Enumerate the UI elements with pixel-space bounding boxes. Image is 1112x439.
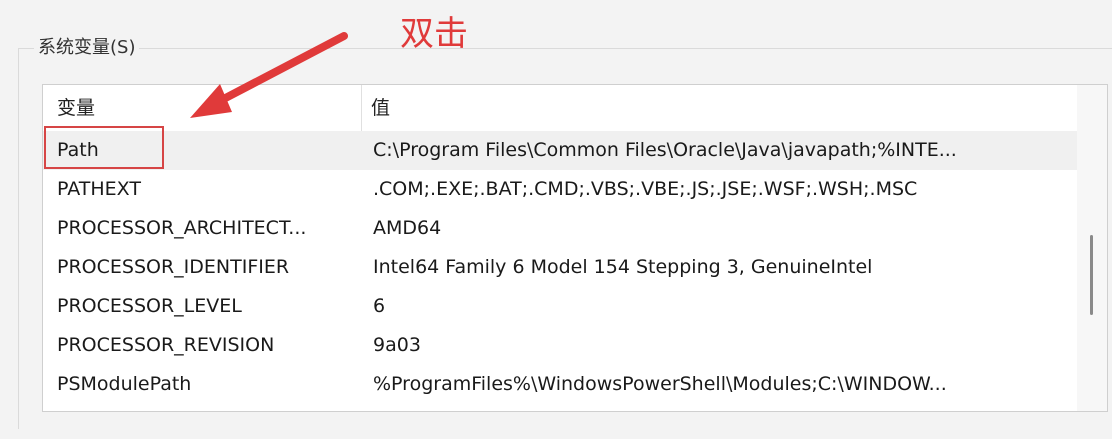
variable-value-cell: AMD64 xyxy=(373,217,442,239)
table-row-path[interactable]: Path C:\Program Files\Common Files\Oracl… xyxy=(43,131,1077,170)
variable-value-cell: %ProgramFiles%\WindowsPowerShell\Modules… xyxy=(373,373,947,395)
double-click-annotation: 双击 xyxy=(400,14,468,54)
variable-value-cell: Intel64 Family 6 Model 154 Stepping 3, G… xyxy=(373,256,873,278)
vertical-scrollbar[interactable] xyxy=(1077,85,1107,411)
table-row-pathext[interactable]: PATHEXT .COM;.EXE;.BAT;.CMD;.VBS;.VBE;.J… xyxy=(43,170,1077,209)
list-header: 变量 值 xyxy=(43,85,1077,131)
variable-name-cell: PROCESSOR_IDENTIFIER xyxy=(57,256,290,278)
scrollbar-thumb[interactable] xyxy=(1090,235,1093,315)
column-header-variable[interactable]: 变量 xyxy=(57,85,95,131)
table-row-processor-level[interactable]: PROCESSOR_LEVEL 6 xyxy=(43,287,1077,326)
variable-value-cell: 9a03 xyxy=(373,334,421,356)
variable-name-cell: PATHEXT xyxy=(57,178,141,200)
variable-name-cell: Path xyxy=(57,139,99,161)
variable-name-cell: PROCESSOR_ARCHITECT... xyxy=(57,217,307,239)
variable-name-cell: PROCESSOR_REVISION xyxy=(57,334,275,356)
system-variables-list[interactable]: 变量 值 Path C:\Program Files\Common Files\… xyxy=(42,84,1108,412)
system-variables-title: 系统变量(S) xyxy=(34,35,140,61)
variable-name-cell: PSModulePath xyxy=(57,373,192,395)
table-row-processor-revision[interactable]: PROCESSOR_REVISION 9a03 xyxy=(43,326,1077,365)
list-rows: Path C:\Program Files\Common Files\Oracl… xyxy=(43,131,1077,404)
table-row-processor-architecture[interactable]: PROCESSOR_ARCHITECT... AMD64 xyxy=(43,209,1077,248)
table-row-psmodulepath[interactable]: PSModulePath %ProgramFiles%\WindowsPower… xyxy=(43,365,1077,404)
column-header-value[interactable]: 值 xyxy=(371,85,390,131)
table-row-processor-identifier[interactable]: PROCESSOR_IDENTIFIER Intel64 Family 6 Mo… xyxy=(43,248,1077,287)
variable-value-cell: 6 xyxy=(373,295,386,317)
variable-name-cell: PROCESSOR_LEVEL xyxy=(57,295,242,317)
column-divider[interactable] xyxy=(361,85,362,131)
window-top-strip xyxy=(0,0,1112,8)
variable-value-cell: C:\Program Files\Common Files\Oracle\Jav… xyxy=(373,139,957,161)
variable-value-cell: .COM;.EXE;.BAT;.CMD;.VBS;.VBE;.JS;.JSE;.… xyxy=(373,178,918,200)
